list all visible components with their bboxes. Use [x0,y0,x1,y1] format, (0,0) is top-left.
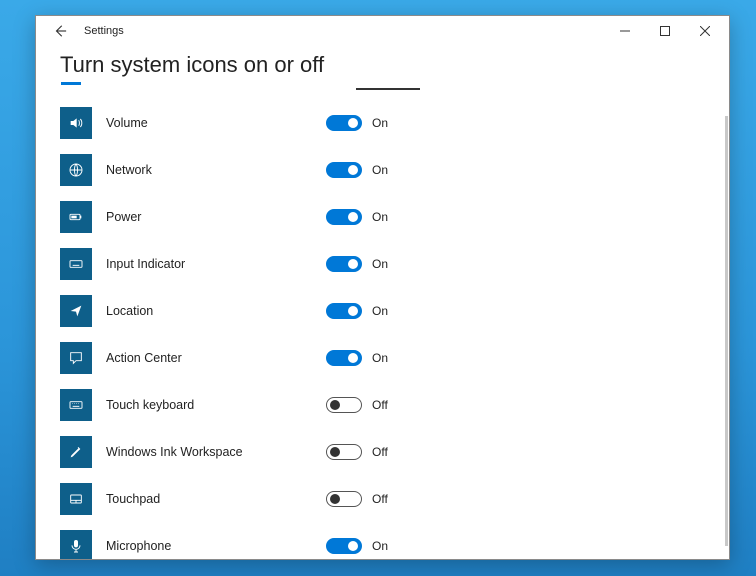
touch-keyboard-icon [60,389,92,421]
setting-row-network: Network On [60,146,705,193]
setting-row-microphone: Microphone On [60,522,705,559]
toggle-microphone[interactable] [326,538,362,554]
toggle-state-power: On [372,210,388,224]
toggle-state-ink: Off [372,445,388,459]
input-indicator-icon [60,248,92,280]
setting-label-touchpad: Touchpad [106,492,326,506]
toggle-actioncenter[interactable] [326,350,362,366]
microphone-icon [60,530,92,560]
window-title: Settings [84,25,124,37]
setting-label-power: Power [106,210,326,224]
toggle-state-volume: On [372,116,388,130]
setting-label-actioncenter: Action Center [106,351,326,365]
setting-row-touchkeyboard: Touch keyboard Off [60,381,705,428]
close-icon [700,26,710,36]
titlebar: Settings [36,16,729,46]
setting-label-network: Network [106,163,326,177]
back-button[interactable] [50,21,70,41]
location-icon [60,295,92,327]
setting-label-touchkeyboard: Touch keyboard [106,398,326,412]
toggle-power[interactable] [326,209,362,225]
touchpad-icon [60,483,92,515]
toggle-touchkeyboard[interactable] [326,397,362,413]
setting-row-inputindicator: Input Indicator On [60,240,705,287]
setting-label-location: Location [106,304,326,318]
toggle-inputindicator[interactable] [326,256,362,272]
toggle-volume[interactable] [326,115,362,131]
minimize-icon [620,26,630,36]
toggle-state-inputindicator: On [372,257,388,271]
toggle-wrap-actioncenter: On [326,350,388,366]
minimize-button[interactable] [605,17,645,45]
toggle-ink[interactable] [326,444,362,460]
toggle-wrap-ink: Off [326,444,388,460]
setting-row-volume: Volume On [60,99,705,146]
system-icons-list: Volume On Network On Power On Input Indicator O… [60,99,705,559]
content-area: Turn system icons on or off VolumeOnNetw… [36,46,729,559]
maximize-button[interactable] [645,17,685,45]
volume-icon [60,107,92,139]
setting-row-ink: Windows Ink Workspace Off [60,428,705,475]
toggle-touchpad[interactable] [326,491,362,507]
toggle-state-touchpad: Off [372,492,388,506]
toggle-state-microphone: On [372,539,388,553]
toggle-wrap-volume: On [326,115,388,131]
separator [356,88,420,90]
setting-row-actioncenter: Action Center On [60,334,705,381]
action-center-icon [60,342,92,374]
back-arrow-icon [53,24,67,38]
setting-row-location: Location On [60,287,705,334]
close-button[interactable] [685,17,725,45]
setting-row-touchpad: Touchpad Off [60,475,705,522]
toggle-location[interactable] [326,303,362,319]
toggle-wrap-network: On [326,162,388,178]
page-title: Turn system icons on or off [60,52,705,78]
power-icon [60,201,92,233]
network-icon [60,154,92,186]
ink-icon [60,436,92,468]
toggle-wrap-inputindicator: On [326,256,388,272]
maximize-icon [660,26,670,36]
setting-label-ink: Windows Ink Workspace [106,445,326,459]
toggle-state-actioncenter: On [372,351,388,365]
setting-row-power: Power On [60,193,705,240]
toggle-wrap-touchkeyboard: Off [326,397,388,413]
settings-window: Settings Turn system icons on or off Vol… [35,15,730,560]
toggle-wrap-microphone: On [326,538,388,554]
toggle-network[interactable] [326,162,362,178]
toggle-state-location: On [372,304,388,318]
scrollbar[interactable] [725,116,728,546]
setting-label-volume: Volume [106,116,326,130]
toggle-wrap-power: On [326,209,388,225]
accent-indicator [61,82,81,85]
toggle-state-network: On [372,163,388,177]
window-controls [605,17,725,45]
toggle-wrap-touchpad: Off [326,491,388,507]
setting-label-inputindicator: Input Indicator [106,257,326,271]
toggle-state-touchkeyboard: Off [372,398,388,412]
setting-label-microphone: Microphone [106,539,326,553]
toggle-wrap-location: On [326,303,388,319]
